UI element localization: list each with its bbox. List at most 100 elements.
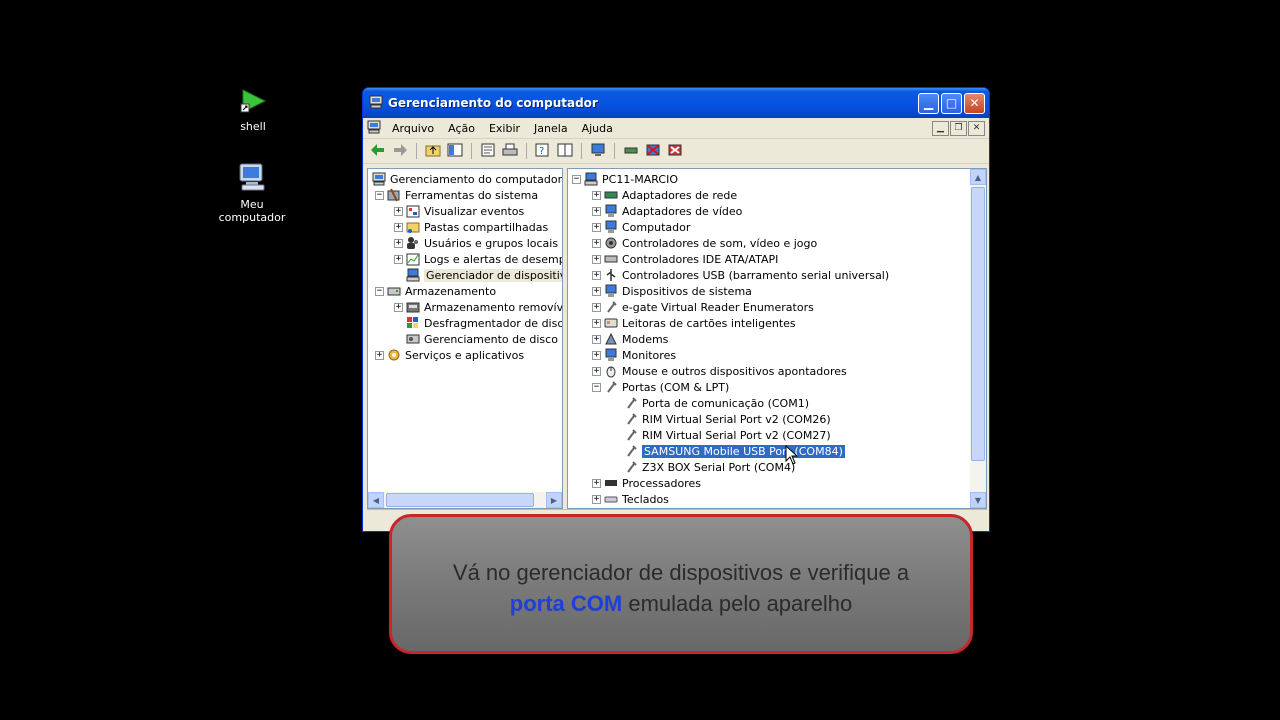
- console-tree-pane: Gerenciamento do computador (loca − Ferr…: [367, 168, 563, 509]
- uninstall-device-button[interactable]: [666, 142, 684, 160]
- tree-node-event-viewer[interactable]: + Visualizar eventos: [394, 203, 524, 219]
- device-node-ports[interactable]: − Portas (COM & LPT): [592, 379, 729, 395]
- expand-toggle[interactable]: +: [592, 366, 601, 376]
- child-restore-button[interactable]: ❐: [950, 120, 967, 136]
- scroll-up-button[interactable]: ▲: [970, 169, 986, 185]
- collapse-toggle[interactable]: −: [375, 190, 384, 200]
- expand-toggle[interactable]: +: [592, 270, 601, 280]
- expand-toggle[interactable]: +: [394, 238, 403, 248]
- expand-toggle[interactable]: +: [592, 238, 601, 248]
- expand-toggle[interactable]: +: [592, 478, 601, 488]
- device-node-usb-controllers[interactable]: + Controladores USB (barramento serial un…: [592, 267, 889, 283]
- update-driver-button[interactable]: [622, 142, 640, 160]
- expand-toggle[interactable]: +: [394, 254, 403, 264]
- device-node-computer[interactable]: + Computador: [592, 219, 690, 235]
- device-node-monitors[interactable]: + Monitores: [592, 347, 676, 363]
- menu-janela[interactable]: Janela: [527, 122, 575, 135]
- desktop-icon-shell[interactable]: shell: [208, 88, 298, 133]
- maximize-button[interactable]: □: [941, 92, 962, 114]
- expand-toggle[interactable]: +: [375, 350, 384, 360]
- expand-toggle[interactable]: +: [394, 206, 403, 216]
- vertical-scrollbar[interactable]: ▲ ▼: [970, 169, 986, 508]
- tree-label: Modems: [622, 332, 669, 346]
- scroll-right-button[interactable]: ▶: [546, 492, 562, 508]
- device-port-com27[interactable]: RIM Virtual Serial Port v2 (COM27): [624, 427, 831, 443]
- expand-toggle[interactable]: +: [394, 302, 403, 312]
- toolbar: ?: [363, 139, 989, 164]
- scroll-down-button[interactable]: ▼: [970, 492, 986, 508]
- print-button[interactable]: [501, 142, 519, 160]
- back-button[interactable]: [369, 142, 387, 160]
- menu-acao[interactable]: Ação: [441, 122, 482, 135]
- tree-node-device-manager[interactable]: Gerenciador de dispositivos: [406, 267, 562, 283]
- scan-hardware-button[interactable]: [589, 142, 607, 160]
- collapse-toggle[interactable]: −: [592, 382, 601, 392]
- child-close-button[interactable]: ✕: [968, 120, 985, 136]
- disable-device-button[interactable]: [644, 142, 662, 160]
- device-node-egate-enumerators[interactable]: + e-gate Virtual Reader Enumerators: [592, 299, 814, 315]
- tree-label: Z3X BOX Serial Port (COM4): [642, 460, 796, 474]
- expand-toggle[interactable]: +: [592, 350, 601, 360]
- tree-node-performance-logs[interactable]: + Logs e alertas de desempen: [394, 251, 562, 267]
- green-arrow-icon: [208, 88, 298, 117]
- device-port-com26[interactable]: RIM Virtual Serial Port v2 (COM26): [624, 411, 831, 427]
- tree-node-removable-storage[interactable]: + Armazenamento removível: [394, 299, 562, 315]
- child-minimize-button[interactable]: ▁: [932, 120, 949, 136]
- device-port-com84[interactable]: SAMSUNG Mobile USB Port (COM84): [624, 443, 845, 459]
- tree-node-services-apps[interactable]: + Serviços e aplicativos: [375, 347, 524, 363]
- device-node-ide-controllers[interactable]: + Controladores IDE ATA/ATAPI: [592, 251, 778, 267]
- close-button[interactable]: ✕: [964, 92, 985, 114]
- device-node-mice[interactable]: + Mouse e outros dispositivos apontadores: [592, 363, 847, 379]
- tree-node-system-tools[interactable]: − Ferramentas do sistema: [375, 187, 538, 203]
- expand-toggle[interactable]: +: [592, 222, 601, 232]
- device-port-com1[interactable]: Porta de comunicação (COM1): [624, 395, 809, 411]
- help-button[interactable]: ?: [534, 142, 552, 160]
- device-node-video-adapters[interactable]: + Adaptadores de vídeo: [592, 203, 742, 219]
- expand-toggle[interactable]: +: [592, 318, 601, 328]
- expand-toggle[interactable]: +: [592, 494, 601, 504]
- device-node-system-devices[interactable]: + Dispositivos de sistema: [592, 283, 752, 299]
- tree-node-storage[interactable]: − Armazenamento: [375, 283, 496, 299]
- tree-node-disk-management[interactable]: Gerenciamento de disco: [406, 331, 558, 347]
- expand-toggle[interactable]: +: [592, 286, 601, 296]
- expand-toggle[interactable]: +: [394, 222, 403, 232]
- device-node-smart-card-readers[interactable]: + Leitoras de cartões inteligentes: [592, 315, 796, 331]
- console-view-button[interactable]: [556, 142, 574, 160]
- scroll-left-button[interactable]: ◀: [368, 492, 384, 508]
- expand-toggle[interactable]: +: [592, 190, 601, 200]
- title-bar[interactable]: Gerenciamento do computador ▁ □ ✕: [363, 88, 989, 118]
- tree-label: RIM Virtual Serial Port v2 (COM26): [642, 412, 831, 426]
- expand-toggle[interactable]: +: [592, 206, 601, 216]
- collapse-toggle[interactable]: −: [375, 286, 384, 296]
- scroll-thumb[interactable]: [386, 493, 534, 507]
- tree-label: Mouse e outros dispositivos apontadores: [622, 364, 847, 378]
- device-node-processors[interactable]: + Processadores: [592, 475, 701, 491]
- minimize-button[interactable]: ▁: [918, 92, 939, 114]
- scroll-thumb[interactable]: [971, 187, 985, 461]
- forward-button[interactable]: [391, 142, 409, 160]
- tree-node-disk-defragmenter[interactable]: Desfragmentador de disco: [406, 315, 562, 331]
- tree-node-computer-management[interactable]: Gerenciamento do computador (loca: [372, 171, 562, 187]
- device-node-sound-controllers[interactable]: + Controladores de som, vídeo e jogo: [592, 235, 817, 251]
- device-port-com4[interactable]: Z3X BOX Serial Port (COM4): [624, 459, 795, 475]
- device-node-modems[interactable]: + Modems: [592, 331, 668, 347]
- expand-toggle[interactable]: +: [592, 302, 601, 312]
- expand-toggle[interactable]: +: [592, 334, 601, 344]
- properties-button[interactable]: [479, 142, 497, 160]
- menu-exibir[interactable]: Exibir: [482, 122, 527, 135]
- menu-arquivo[interactable]: Arquivo: [385, 122, 441, 135]
- tree-node-local-users[interactable]: + Usuários e grupos locais: [394, 235, 558, 251]
- menu-ajuda[interactable]: Ajuda: [575, 122, 620, 135]
- horizontal-scrollbar[interactable]: ◀ ▶: [368, 492, 562, 508]
- show-hide-tree-button[interactable]: [446, 142, 464, 160]
- desktop-icon-my-computer[interactable]: Meu computador: [207, 162, 297, 224]
- printer-icon: [502, 143, 518, 160]
- device-node-computer-root[interactable]: − PC11-MARCIO: [572, 171, 678, 187]
- collapse-toggle[interactable]: −: [572, 174, 581, 184]
- expand-toggle[interactable]: +: [592, 254, 601, 264]
- device-node-keyboards[interactable]: + Teclados: [592, 491, 669, 507]
- tree-pane-icon: [447, 143, 463, 160]
- up-level-button[interactable]: [424, 142, 442, 160]
- device-node-network-adapters[interactable]: + Adaptadores de rede: [592, 187, 737, 203]
- tree-node-shared-folders[interactable]: + Pastas compartilhadas: [394, 219, 548, 235]
